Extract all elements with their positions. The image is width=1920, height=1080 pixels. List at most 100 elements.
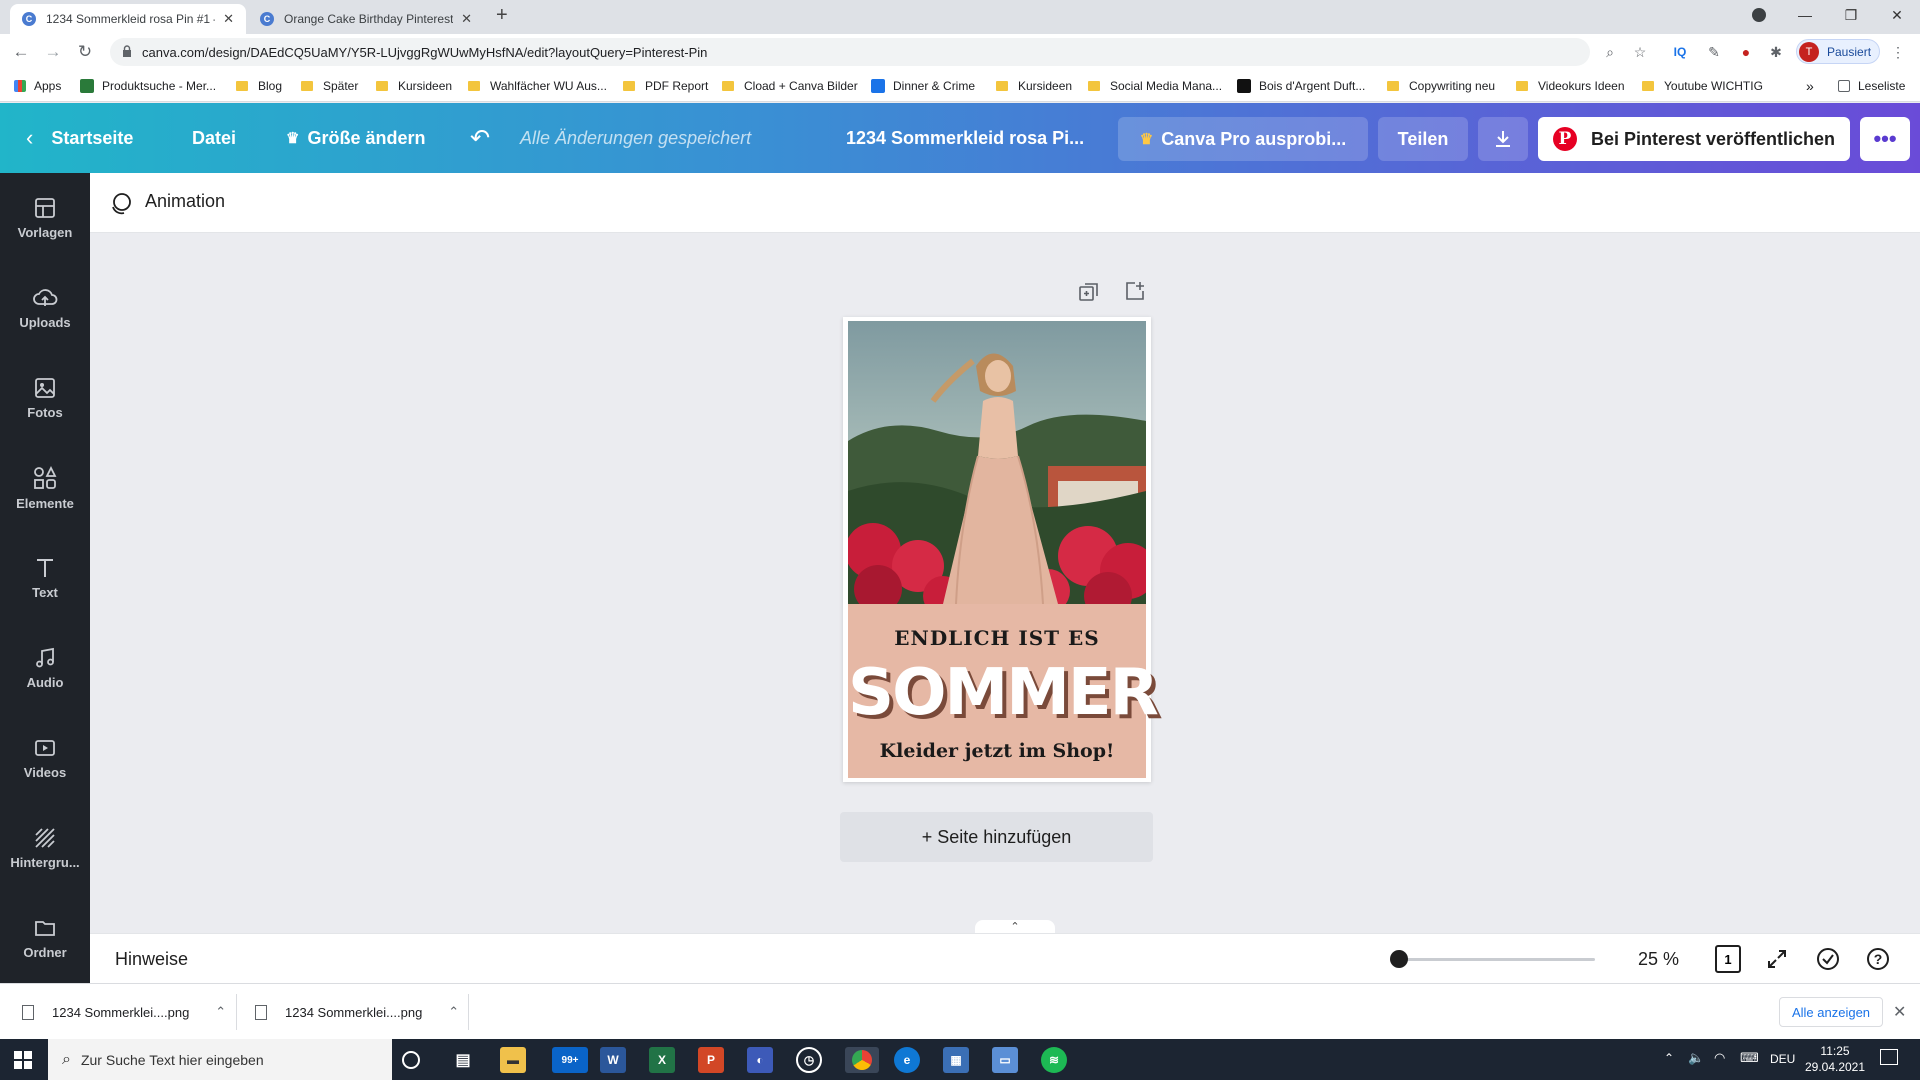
help-icon[interactable]: ? <box>1865 946 1891 972</box>
bookmark-item[interactable]: Bois d'Argent Duft... <box>1237 76 1365 96</box>
chevron-up-icon[interactable]: ⌃ <box>448 1004 459 1020</box>
adblock-extension-icon[interactable]: ● <box>1736 42 1756 62</box>
file-explorer-icon[interactable]: ▬ <box>500 1047 526 1073</box>
omnibox[interactable]: canva.com/design/DAEdCQ5UaMY/Y5R-LUjvggR… <box>110 38 1614 66</box>
sidebar-item-templates[interactable]: Vorlagen <box>0 173 90 263</box>
wifi-icon[interactable]: ◠ <box>1714 1050 1725 1066</box>
add-page-icon[interactable] <box>1123 279 1147 303</box>
design-title[interactable]: 1234 Sommerkleid rosa Pi... <box>846 103 1084 173</box>
edge-icon[interactable]: e <box>894 1047 920 1073</box>
sidebar-item-background[interactable]: Hintergru... <box>0 803 90 893</box>
back-icon[interactable]: ← <box>10 41 32 63</box>
word-icon[interactable]: W <box>600 1047 626 1073</box>
app-icon[interactable]: ◷ <box>796 1047 822 1073</box>
cortana-icon[interactable] <box>402 1051 420 1069</box>
bookmark-item[interactable]: Videokurs Ideen <box>1516 76 1625 96</box>
bookmark-item[interactable]: Social Media Mana... <box>1088 76 1222 96</box>
keyboard-icon[interactable]: ⌨ <box>1740 1050 1759 1066</box>
design-text-panel[interactable]: ENDLICH IST ES SOMMER Kleider jetzt im S… <box>848 604 1159 778</box>
more-options-button[interactable]: ••• <box>1860 117 1910 161</box>
close-tab-icon[interactable]: ✕ <box>461 11 472 27</box>
sidebar-item-folders[interactable]: Ordner <box>0 893 90 983</box>
page-count-button[interactable]: 1 <box>1715 945 1741 973</box>
bookmark-item[interactable]: Kursideen <box>376 76 452 96</box>
file-menu-button[interactable]: Datei <box>192 103 236 173</box>
bookmark-star-icon[interactable]: ☆ <box>1630 42 1650 62</box>
share-button[interactable]: Teilen <box>1378 117 1468 161</box>
zoom-slider-handle[interactable] <box>1390 950 1408 968</box>
add-page-button[interactable]: + Seite hinzufügen <box>840 812 1153 862</box>
browser-tab[interactable]: C Orange Cake Birthday Pinterest C ✕ <box>248 4 484 34</box>
taskbar-search[interactable]: ⌕ Zur Suche Text hier eingeben <box>48 1039 392 1080</box>
bookmark-item[interactable]: Cload + Canva Bilder <box>722 76 858 96</box>
extension-iq-icon[interactable]: IQ <box>1670 42 1690 62</box>
download-item[interactable]: 1234 Sommerklei....png ⌃ <box>255 984 459 1040</box>
checkmark-icon[interactable] <box>1815 946 1841 972</box>
bookmark-apps[interactable]: Apps <box>14 76 61 96</box>
close-tab-icon[interactable]: ✕ <box>223 11 234 27</box>
forward-icon[interactable]: → <box>42 41 64 63</box>
app-icon[interactable]: ◐ <box>747 1047 773 1073</box>
bookmark-item[interactable]: PDF Report <box>623 76 708 96</box>
sidebar-item-photos[interactable]: Fotos <box>0 353 90 443</box>
try-pro-button[interactable]: ♛ Canva Pro ausprobi... <box>1118 117 1368 161</box>
download-button[interactable] <box>1478 117 1528 161</box>
tab-search-icon[interactable] <box>1752 8 1766 22</box>
sidebar-item-audio[interactable]: Audio <box>0 623 90 713</box>
chevron-up-icon[interactable]: ⌃ <box>215 1004 226 1020</box>
sidebar-item-elements[interactable]: Elemente <box>0 443 90 533</box>
notes-button[interactable]: Hinweise <box>115 949 188 970</box>
collapse-notes-icon[interactable]: ⌃ <box>975 920 1055 934</box>
undo-icon[interactable]: ↶ <box>470 103 490 173</box>
chrome-icon[interactable] <box>845 1047 879 1073</box>
sidebar-item-uploads[interactable]: Uploads <box>0 263 90 353</box>
windows-start-icon[interactable] <box>14 1051 32 1069</box>
close-window-icon[interactable]: ✕ <box>1874 0 1920 30</box>
design-photo[interactable] <box>848 321 1146 604</box>
reload-icon[interactable]: ↻ <box>74 41 96 63</box>
headline-main[interactable]: SOMMER <box>848 656 1159 730</box>
more-bookmarks-icon[interactable]: » <box>1806 76 1814 96</box>
bookmark-item[interactable]: Dinner & Crime <box>871 76 975 96</box>
powerpoint-icon[interactable]: P <box>698 1047 724 1073</box>
excel-icon[interactable]: X <box>649 1047 675 1073</box>
task-view-icon[interactable]: ▤ <box>450 1047 476 1073</box>
zoom-level[interactable]: 25 % <box>1638 949 1679 970</box>
extension-icon[interactable]: ✎ <box>1704 42 1724 62</box>
extensions-puzzle-icon[interactable]: ✱ <box>1766 42 1786 62</box>
show-all-downloads-button[interactable]: Alle anzeigen <box>1779 997 1883 1027</box>
sidebar-item-text[interactable]: Text <box>0 533 90 623</box>
app-icon[interactable]: ▦ <box>943 1047 969 1073</box>
bookmark-item[interactable]: Später <box>301 76 358 96</box>
sidebar-item-videos[interactable]: Videos <box>0 713 90 803</box>
language-indicator[interactable]: DEU <box>1770 1052 1795 1066</box>
tray-chevron-icon[interactable]: ⌃ <box>1664 1051 1674 1065</box>
bookmark-item[interactable]: Wahlfächer WU Aus... <box>468 76 607 96</box>
system-clock[interactable]: 11:25 29.04.2021 <box>1800 1043 1870 1075</box>
bookmark-item[interactable]: Youtube WICHTIG <box>1642 76 1763 96</box>
resize-button[interactable]: ♛ Größe ändern <box>286 103 425 173</box>
animation-label[interactable]: Animation <box>145 191 225 212</box>
download-item[interactable]: 1234 Sommerklei....png ⌃ <box>22 984 226 1040</box>
restore-icon[interactable]: ❐ <box>1828 0 1874 30</box>
spotify-icon[interactable]: ≋ <box>1041 1047 1067 1073</box>
notification-icon[interactable] <box>1880 1049 1898 1065</box>
bookmark-item[interactable]: Produktsuche - Mer... <box>80 76 216 96</box>
profile-button[interactable]: T Pausiert <box>1796 39 1880 64</box>
browser-tab-active[interactable]: C 1234 Sommerkleid rosa Pin #1 – ✕ <box>10 4 246 34</box>
app-icon[interactable]: ▭ <box>992 1047 1018 1073</box>
minimize-icon[interactable]: — <box>1782 0 1828 30</box>
zoom-icon[interactable]: ⌕ <box>1600 42 1620 62</box>
duplicate-page-icon[interactable] <box>1077 280 1101 304</box>
headline-line1[interactable]: ENDLICH IST ES <box>848 626 1146 650</box>
mail-icon[interactable]: 99+ <box>552 1047 588 1073</box>
chrome-menu-icon[interactable]: ⋮ <box>1888 42 1908 62</box>
publish-pinterest-button[interactable]: P Bei Pinterest veröffentlichen <box>1538 117 1850 161</box>
animation-button[interactable] <box>108 190 134 221</box>
fullscreen-icon[interactable] <box>1765 947 1789 971</box>
design-page[interactable]: ENDLICH IST ES SOMMER Kleider jetzt im S… <box>843 317 1159 782</box>
bookmark-item[interactable]: Blog <box>236 76 282 96</box>
home-button[interactable]: ‹ Startseite <box>26 103 133 173</box>
bookmark-item[interactable]: Copywriting neu <box>1387 76 1495 96</box>
zoom-slider[interactable] <box>1395 958 1595 961</box>
